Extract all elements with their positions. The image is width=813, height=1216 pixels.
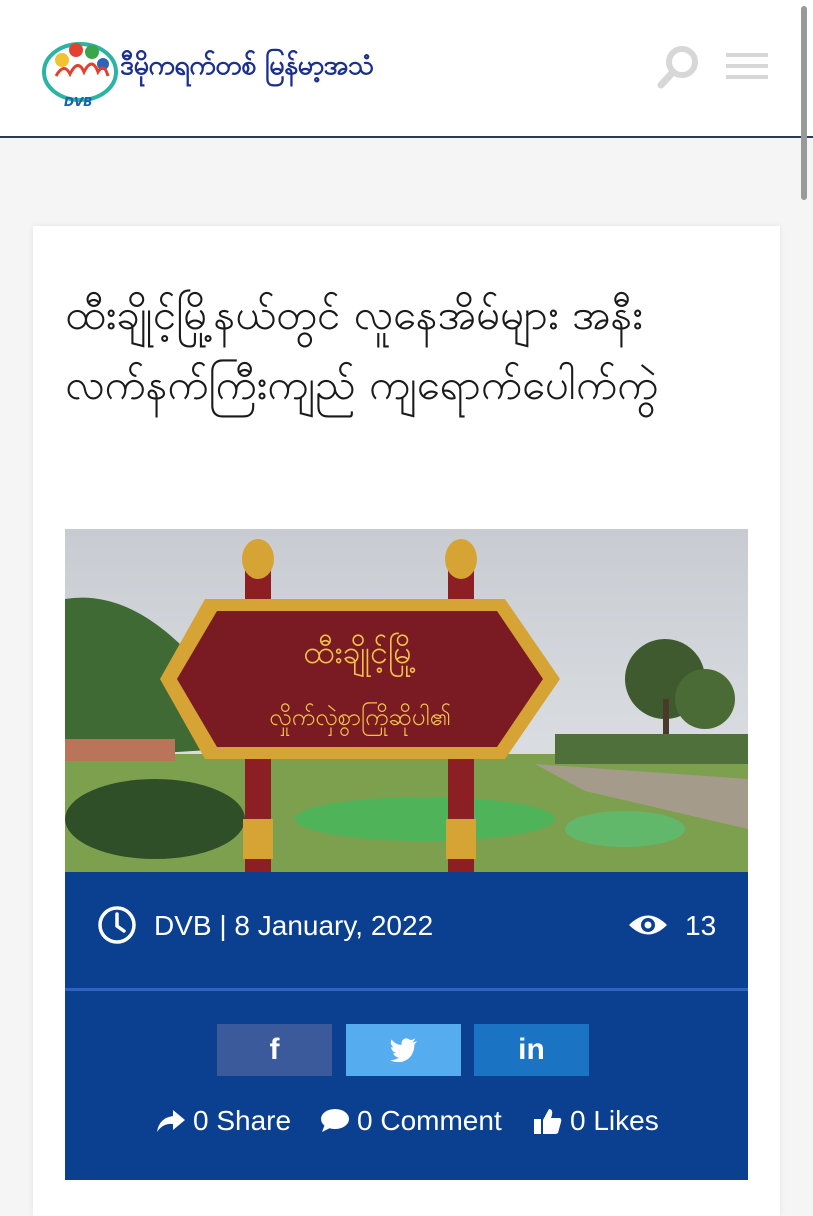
article-title[interactable]: ထီးချိုင့်မြို့နယ်တွင် လူနေအိမ်များ အနီး… [65,280,755,420]
search-icon[interactable] [656,44,700,90]
article-hero-image[interactable]: ထီးချိုင့်မြို့ လှိုက်လှဲစွာကြိုဆိုပါ၏ [65,529,748,872]
share-count-label: 0 Share [193,1105,292,1136]
logo-text: DVB [64,95,92,109]
view-count: 13 [685,910,717,941]
likes-count[interactable]: 0 Likes [534,1101,659,1141]
facebook-share-button[interactable]: f [217,1024,332,1076]
clock-icon [98,906,136,944]
likes-count-label: 0 Likes [570,1105,659,1136]
twitter-bird-icon [389,1038,417,1062]
twitter-share-button[interactable] [346,1024,461,1076]
article-author-date: DVB | 8 January, 2022 [154,910,434,941]
thumbs-up-icon [534,1109,562,1134]
site-brand-name[interactable]: ဒီမိုကရက်တစ် မြန်မာ့အသံ [120,48,374,88]
article-meta-bar: DVB | 8 January, 2022 13 [65,872,748,988]
comment-count-label: 0 Comment [357,1105,502,1136]
linkedin-share-button[interactable]: in [474,1024,589,1076]
site-header: DVB ဒီမိုကရက်တစ် မြန်မာ့အသံ [0,0,813,138]
page-scrollbar[interactable] [801,6,807,200]
share-arrow-icon [157,1110,185,1132]
facebook-icon: f [269,1033,280,1066]
article-card: ထီးချိုင့်မြို့နယ်တွင် လူနေအိမ်များ အနီး… [33,226,780,1216]
comment-bubble-icon [321,1109,349,1132]
hamburger-menu-icon[interactable] [726,50,768,82]
dvb-logo[interactable]: DVB [40,32,120,110]
comment-count[interactable]: 0 Comment [321,1101,502,1141]
sign-text-town: ထီးချိုင့်မြို့ [303,633,416,677]
linkedin-icon: in [518,1033,545,1066]
eye-icon [629,915,667,935]
share-bar: f in 0 Share 0 Comment 0 Likes [65,991,748,1180]
share-count[interactable]: 0 Share [157,1101,291,1141]
